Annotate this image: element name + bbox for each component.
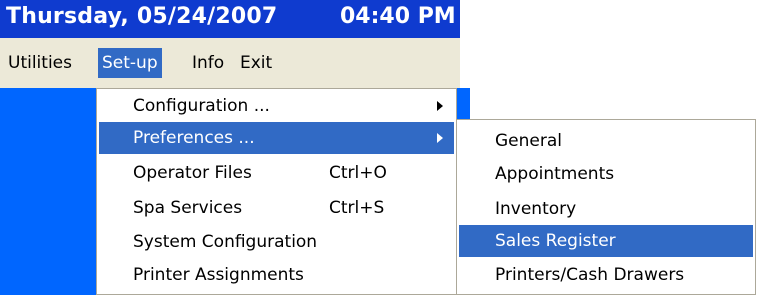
menu-item-label: Spa Services	[133, 198, 243, 218]
submenu-item-sales-register[interactable]: Sales Register	[459, 225, 753, 257]
menu-item-spa-services[interactable]: Spa Services Ctrl+S	[99, 192, 454, 224]
menu-item-label: Preferences ...	[133, 128, 255, 148]
menu-setup[interactable]: Set-up	[98, 48, 162, 78]
submenu-arrow-icon	[437, 133, 443, 143]
menu-item-preferences[interactable]: Preferences ...	[99, 122, 454, 154]
menu-item-label: System Configuration	[133, 232, 318, 252]
menu-utilities[interactable]: Utilities	[4, 48, 76, 78]
title-time: 04:40 PM	[340, 4, 456, 29]
menu-item-configuration[interactable]: Configuration ...	[99, 90, 454, 122]
menu-item-shortcut: Ctrl+O	[329, 163, 387, 183]
menu-item-printer-assignments[interactable]: Printer Assignments	[99, 259, 454, 291]
menu-item-operator-files[interactable]: Operator Files Ctrl+O	[99, 157, 454, 189]
menu-item-system-configuration[interactable]: System Configuration	[99, 226, 454, 258]
menu-item-label: Printer Assignments	[133, 265, 304, 285]
preferences-submenu: General Appointments Inventory Sales Reg…	[456, 119, 756, 295]
menu-item-label: Operator Files	[133, 163, 252, 183]
submenu-item-general[interactable]: General	[459, 125, 753, 157]
title-date: Thursday, 05/24/2007	[6, 4, 278, 29]
submenu-item-appointments[interactable]: Appointments	[459, 158, 753, 190]
title-bar: Thursday, 05/24/2007 04:40 PM	[0, 0, 460, 38]
submenu-arrow-icon	[437, 101, 443, 111]
menu-item-label: Configuration ...	[133, 96, 270, 116]
submenu-item-label: Printers/Cash Drawers	[495, 265, 685, 285]
menu-exit[interactable]: Exit	[236, 48, 276, 78]
submenu-item-label: General	[495, 131, 562, 151]
menu-item-shortcut: Ctrl+S	[329, 198, 385, 218]
submenu-item-label: Appointments	[495, 164, 615, 184]
submenu-item-printers-cash-drawers[interactable]: Printers/Cash Drawers	[459, 259, 753, 291]
submenu-item-inventory[interactable]: Inventory	[459, 193, 753, 225]
menu-info[interactable]: Info	[188, 48, 228, 78]
submenu-item-label: Inventory	[495, 199, 577, 219]
menu-bar: Utilities Set-up Info Exit	[0, 38, 460, 88]
setup-dropdown-menu: Configuration ... Preferences ... Operat…	[96, 88, 457, 295]
submenu-item-label: Sales Register	[495, 231, 616, 251]
